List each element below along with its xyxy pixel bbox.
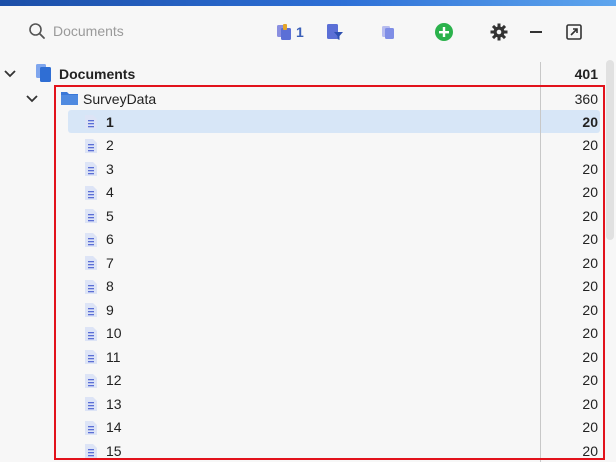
document-row[interactable]: 4 20	[0, 181, 600, 204]
minimize-icon	[530, 31, 542, 33]
document-count: 20	[582, 113, 598, 130]
add-document-button[interactable]	[434, 21, 454, 43]
gear-icon	[490, 23, 508, 41]
folder-icon	[61, 92, 78, 105]
document-label: 2	[106, 137, 114, 153]
document-count: 20	[582, 207, 598, 224]
document-label: 3	[106, 160, 114, 177]
document-row[interactable]: 1 20	[68, 110, 600, 133]
document-icon	[85, 209, 97, 223]
chevron-down-icon[interactable]	[3, 67, 17, 81]
search-placeholder: Documents	[53, 23, 124, 39]
document-row[interactable]: 8 20	[0, 275, 600, 298]
document-label: 9	[106, 301, 114, 318]
document-count: 20	[582, 442, 598, 459]
document-row[interactable]: 5 20	[0, 204, 600, 227]
document-row[interactable]: 2 20	[0, 134, 600, 157]
filter-documents-button[interactable]	[326, 21, 344, 43]
document-label: 1	[106, 113, 114, 130]
selected-documents-button[interactable]: 1	[276, 21, 304, 43]
root-count: 401	[574, 65, 598, 82]
root-label: Documents	[59, 65, 136, 82]
document-icon	[85, 303, 97, 317]
document-row[interactable]: 9 20	[0, 298, 600, 321]
document-icon	[85, 232, 97, 247]
settings-button[interactable]	[490, 21, 508, 43]
document-count: 20	[582, 395, 598, 412]
minimize-button[interactable]	[528, 21, 544, 43]
document-icon	[85, 115, 97, 129]
document-row[interactable]: 12 20	[0, 369, 600, 392]
document-row[interactable]: 6 20	[0, 228, 600, 251]
document-icon	[85, 185, 97, 200]
search-field[interactable]: Documents	[28, 20, 124, 42]
document-icon	[85, 162, 97, 176]
document-row[interactable]: 14 20	[0, 416, 600, 439]
document-count: 20	[582, 419, 598, 435]
document-label: 15	[106, 442, 122, 459]
document-count: 20	[582, 160, 598, 177]
selection-count: 1	[296, 24, 304, 40]
vertical-scrollbar[interactable]	[606, 60, 614, 240]
document-label: 6	[106, 231, 114, 247]
document-label: 10	[106, 325, 122, 341]
document-icon	[85, 256, 97, 270]
document-icon	[85, 350, 97, 364]
tree-folder-surveydata[interactable]: SurveyData 360	[0, 87, 600, 110]
document-row[interactable]: 11 20	[0, 345, 600, 368]
chevron-down-icon[interactable]	[25, 92, 39, 106]
document-count: 20	[582, 137, 598, 153]
document-row[interactable]: 13 20	[0, 392, 600, 415]
add-icon	[435, 23, 453, 41]
document-count: 20	[582, 301, 598, 318]
documents-collection-icon	[36, 64, 51, 82]
search-icon	[29, 23, 45, 39]
document-count: 20	[582, 372, 598, 388]
filter-docs-icon	[327, 24, 343, 40]
document-icon	[85, 420, 97, 435]
folder-label: SurveyData	[83, 90, 157, 107]
document-count: 20	[582, 254, 598, 271]
folder-count: 360	[574, 90, 598, 107]
document-label: 5	[106, 207, 114, 224]
document-icon	[85, 373, 97, 388]
column-separator	[540, 62, 541, 462]
document-count: 20	[582, 184, 598, 200]
document-count: 20	[582, 278, 598, 294]
document-icon	[85, 279, 97, 294]
document-icon	[85, 138, 97, 153]
copy-docs-icon	[382, 26, 394, 39]
document-icon	[85, 397, 97, 411]
document-count: 20	[582, 231, 598, 247]
copy-documents-button[interactable]	[380, 21, 396, 43]
document-label: 11	[106, 348, 121, 365]
popout-button[interactable]	[565, 21, 583, 43]
document-icon	[85, 444, 97, 458]
document-label: 12	[106, 372, 122, 388]
docs-select-icon	[277, 24, 291, 40]
document-count: 20	[582, 325, 598, 341]
document-label: 4	[106, 184, 114, 200]
toolbar: Documents 1	[0, 6, 616, 56]
document-label: 13	[106, 395, 122, 412]
document-icon	[85, 326, 97, 341]
document-label: 7	[106, 254, 114, 271]
document-row[interactable]: 15 20	[0, 439, 600, 462]
document-count: 20	[582, 348, 598, 365]
document-row[interactable]: 3 20	[0, 157, 600, 180]
document-label: 8	[106, 278, 114, 294]
document-row[interactable]: 7 20	[0, 251, 600, 274]
tree-root-documents[interactable]: Documents 401	[0, 62, 600, 85]
document-row[interactable]: 10 20	[0, 322, 600, 345]
popout-icon	[566, 24, 582, 40]
document-label: 14	[106, 419, 122, 435]
